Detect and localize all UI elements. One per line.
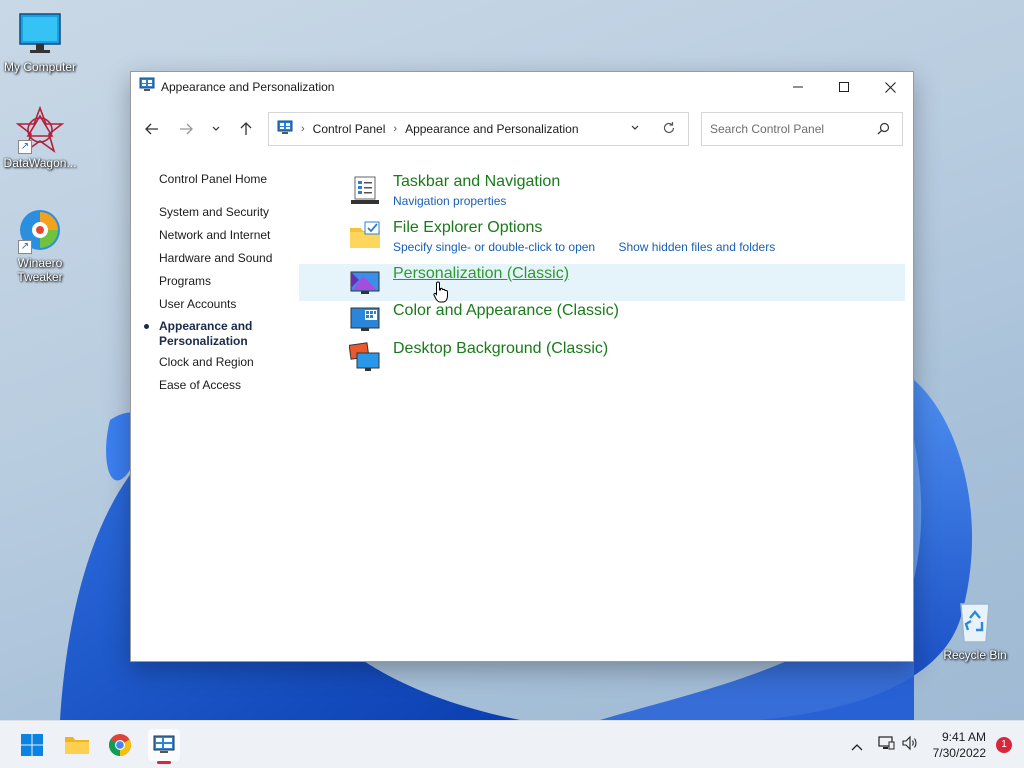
active-indicator <box>157 761 171 764</box>
datawagon-icon: ↗ <box>15 105 65 154</box>
taskbar-navigation-icon <box>349 174 381 206</box>
control-panel-icon <box>277 120 293 139</box>
title-bar[interactable]: Appearance and Personalization <box>131 72 913 102</box>
taskbar: 9:41 AM 7/30/2022 1 <box>0 720 1024 768</box>
chevron-down-icon <box>631 125 639 130</box>
maximize-icon <box>839 82 849 92</box>
file-explorer-button[interactable] <box>61 729 93 761</box>
desktop-icon-label: Recycle Bin <box>943 648 1007 662</box>
breadcrumb-control-panel[interactable]: Control Panel <box>313 122 386 136</box>
category-heading[interactable]: Personalization (Classic) <box>393 264 905 284</box>
category-personalization-classic[interactable]: Personalization (Classic) <box>299 264 905 301</box>
color-appearance-icon <box>349 303 381 335</box>
desktop-icon-winaero-tweaker[interactable]: ↗ Winaero Tweaker <box>0 206 80 284</box>
file-explorer-icon <box>65 737 89 754</box>
system-tray: 9:41 AM 7/30/2022 1 <box>851 721 1024 768</box>
clock-date: 7/30/2022 <box>932 746 986 760</box>
breadcrumb-separator-icon[interactable]: › <box>393 123 397 135</box>
search-box[interactable] <box>701 112 903 146</box>
search-icon[interactable] <box>877 120 890 139</box>
shortcut-arrow-icon: ↗ <box>18 140 32 154</box>
arrow-up-icon <box>240 122 252 135</box>
desktop-icon-datawagon[interactable]: ↗ DataWagon... <box>0 105 80 170</box>
refresh-icon <box>663 121 675 133</box>
arrow-left-icon <box>145 123 158 135</box>
refresh-button[interactable] <box>662 121 676 138</box>
category-heading[interactable]: File Explorer Options <box>393 218 905 238</box>
control-panel-window: Appearance and Personalization › Control… <box>130 71 914 662</box>
clock[interactable]: 9:41 AM 7/30/2022 <box>933 729 986 761</box>
forward-button[interactable] <box>175 118 197 140</box>
chrome-button[interactable] <box>104 729 136 761</box>
personalization-icon <box>349 266 381 298</box>
recycle-bin-icon <box>951 598 999 646</box>
breadcrumb-separator-icon: › <box>301 123 305 135</box>
nav-appearance-personalization: Appearance and Personalization <box>144 319 329 354</box>
category-list: Taskbar and Navigation Navigation proper… <box>299 172 905 377</box>
minimize-icon <box>793 86 803 88</box>
chrome-icon <box>109 734 131 756</box>
window-title: Appearance and Personalization <box>161 80 335 94</box>
chevron-up-icon <box>851 743 863 750</box>
address-bar[interactable]: › Control Panel › Appearance and Persona… <box>268 112 689 146</box>
nav-ease-of-access[interactable]: Ease of Access <box>159 377 329 400</box>
nav-clock-region[interactable]: Clock and Region <box>159 354 329 377</box>
close-button[interactable] <box>867 72 913 102</box>
desktop-background-icon <box>348 341 381 373</box>
desktop-icon-label: DataWagon... <box>3 156 77 170</box>
search-input[interactable] <box>710 122 870 136</box>
arrow-right-icon <box>180 123 193 135</box>
control-panel-icon <box>153 735 175 753</box>
category-heading[interactable]: Taskbar and Navigation <box>393 172 905 192</box>
category-color-appearance: Color and Appearance (Classic) <box>345 301 905 339</box>
navigation-bar: › Control Panel › Appearance and Persona… <box>131 112 913 146</box>
link-single-double-click[interactable]: Specify single- or double-click to open <box>393 240 595 254</box>
nav-network-internet[interactable]: Network and Internet <box>159 227 329 250</box>
maximize-button[interactable] <box>821 72 867 102</box>
control-panel-icon <box>139 77 155 97</box>
folder-options-icon <box>349 220 381 252</box>
address-dropdown-button[interactable] <box>630 122 640 136</box>
category-desktop-background: Desktop Background (Classic) <box>345 339 905 377</box>
recent-locations-button[interactable] <box>205 118 227 140</box>
link-show-hidden-files[interactable]: Show hidden files and folders <box>618 240 775 254</box>
close-icon <box>884 81 896 93</box>
show-hidden-icons-button[interactable] <box>851 736 863 755</box>
network-icon[interactable] <box>877 735 895 755</box>
chevron-down-icon <box>212 126 220 131</box>
desktop-icon-label: My Computer <box>3 60 77 74</box>
category-heading[interactable]: Desktop Background (Classic) <box>393 339 905 359</box>
desktop-icon-my-computer[interactable]: My Computer <box>0 10 80 74</box>
winaero-tweaker-icon: ↗ <box>16 206 64 254</box>
minimize-button[interactable] <box>775 72 821 102</box>
link-navigation-properties[interactable]: Navigation properties <box>393 194 506 208</box>
category-heading[interactable]: Color and Appearance (Classic) <box>393 301 905 321</box>
control-panel-taskbar-button[interactable] <box>148 729 180 764</box>
back-button[interactable] <box>141 118 163 140</box>
notification-badge[interactable]: 1 <box>996 737 1012 753</box>
clock-time: 9:41 AM <box>941 730 986 744</box>
monitor-icon <box>16 10 64 58</box>
volume-icon[interactable] <box>901 735 919 755</box>
start-button[interactable] <box>16 729 48 761</box>
hand-cursor-icon <box>433 281 449 303</box>
breadcrumb-appearance[interactable]: Appearance and Personalization <box>405 122 578 136</box>
start-icon <box>21 734 43 756</box>
nav-system-security[interactable]: System and Security <box>159 204 329 227</box>
up-button[interactable] <box>235 118 257 140</box>
desktop-icon-recycle-bin[interactable]: Recycle Bin <box>935 598 1015 662</box>
control-panel-home-link[interactable]: Control Panel Home <box>159 171 329 194</box>
shortcut-arrow-icon: ↗ <box>18 240 32 254</box>
category-taskbar-navigation: Taskbar and Navigation Navigation proper… <box>345 172 905 218</box>
category-file-explorer-options: File Explorer Options Specify single- or… <box>345 218 905 264</box>
desktop-icon-label: Winaero Tweaker <box>17 256 63 284</box>
